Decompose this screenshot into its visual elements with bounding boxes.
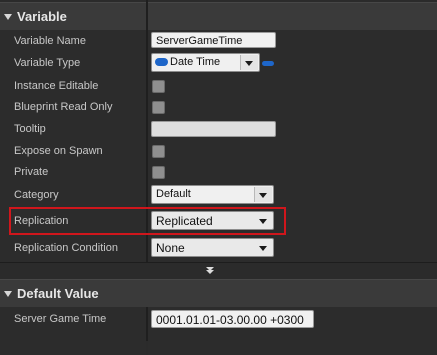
default-value-section-header[interactable]: Default Value bbox=[0, 279, 437, 308]
category-label: Category bbox=[14, 189, 59, 201]
details-panel: Variable Variable Name ServerGameTime Va… bbox=[0, 0, 437, 355]
blueprint-read-only-label: Blueprint Read Only bbox=[14, 101, 113, 113]
blueprint-read-only-checkbox[interactable] bbox=[152, 101, 165, 114]
variable-type-value: Date Time bbox=[170, 56, 221, 68]
row-instance-editable: Instance Editable bbox=[0, 76, 437, 98]
replication-condition-value: None bbox=[156, 241, 185, 255]
category-value: Default bbox=[156, 188, 191, 200]
row-category: Category Default bbox=[0, 185, 437, 207]
variable-section-title: Variable bbox=[17, 9, 67, 24]
advanced-expander[interactable] bbox=[0, 262, 437, 278]
type-pill-icon bbox=[155, 58, 168, 66]
tooltip-input[interactable] bbox=[151, 121, 276, 137]
variable-name-input[interactable]: ServerGameTime bbox=[151, 32, 276, 48]
instance-editable-checkbox[interactable] bbox=[152, 80, 165, 93]
server-game-time-input[interactable]: 0001.01.01-03.00.00 +0300 bbox=[151, 310, 314, 328]
variable-type-dropdown[interactable]: Date Time bbox=[151, 53, 260, 72]
row-tooltip: Tooltip bbox=[0, 119, 437, 141]
dropdown-arrow-icon[interactable] bbox=[254, 187, 272, 202]
advanced-expander-icon-lower[interactable] bbox=[206, 270, 214, 274]
dropdown-arrow-icon[interactable] bbox=[255, 240, 272, 255]
replication-condition-dropdown[interactable]: None bbox=[151, 238, 274, 257]
row-blueprint-read-only: Blueprint Read Only bbox=[0, 97, 437, 119]
category-dropdown[interactable]: Default bbox=[151, 185, 274, 204]
row-variable-name: Variable Name ServerGameTime bbox=[0, 31, 437, 53]
row-variable-type: Variable Type Date Time bbox=[0, 53, 437, 75]
collapse-arrow-icon[interactable] bbox=[4, 13, 12, 20]
replication-highlight-box bbox=[9, 207, 286, 235]
container-type-icon[interactable] bbox=[262, 61, 274, 66]
expose-on-spawn-checkbox[interactable] bbox=[152, 145, 165, 158]
row-replication-condition: Replication Condition None bbox=[0, 238, 437, 260]
private-label: Private bbox=[14, 166, 49, 178]
variable-type-label: Variable Type bbox=[14, 57, 81, 69]
variable-name-label: Variable Name bbox=[14, 35, 86, 47]
collapse-arrow-icon[interactable] bbox=[4, 290, 12, 297]
server-game-time-label: Server Game Time bbox=[14, 313, 107, 325]
row-expose-on-spawn: Expose on Spawn bbox=[0, 141, 437, 163]
row-server-game-time: Server Game Time 0001.01.01-03.00.00 +03… bbox=[0, 309, 437, 331]
replication-condition-label: Replication Condition bbox=[14, 242, 118, 254]
variable-section-header[interactable]: Variable bbox=[0, 2, 437, 31]
row-private: Private bbox=[0, 162, 437, 184]
private-checkbox[interactable] bbox=[152, 166, 165, 179]
dropdown-arrow-icon[interactable] bbox=[240, 55, 258, 70]
default-value-section-title: Default Value bbox=[17, 286, 99, 301]
expose-on-spawn-label: Expose on Spawn bbox=[14, 145, 103, 157]
tooltip-label: Tooltip bbox=[14, 123, 46, 135]
instance-editable-label: Instance Editable bbox=[14, 80, 99, 92]
